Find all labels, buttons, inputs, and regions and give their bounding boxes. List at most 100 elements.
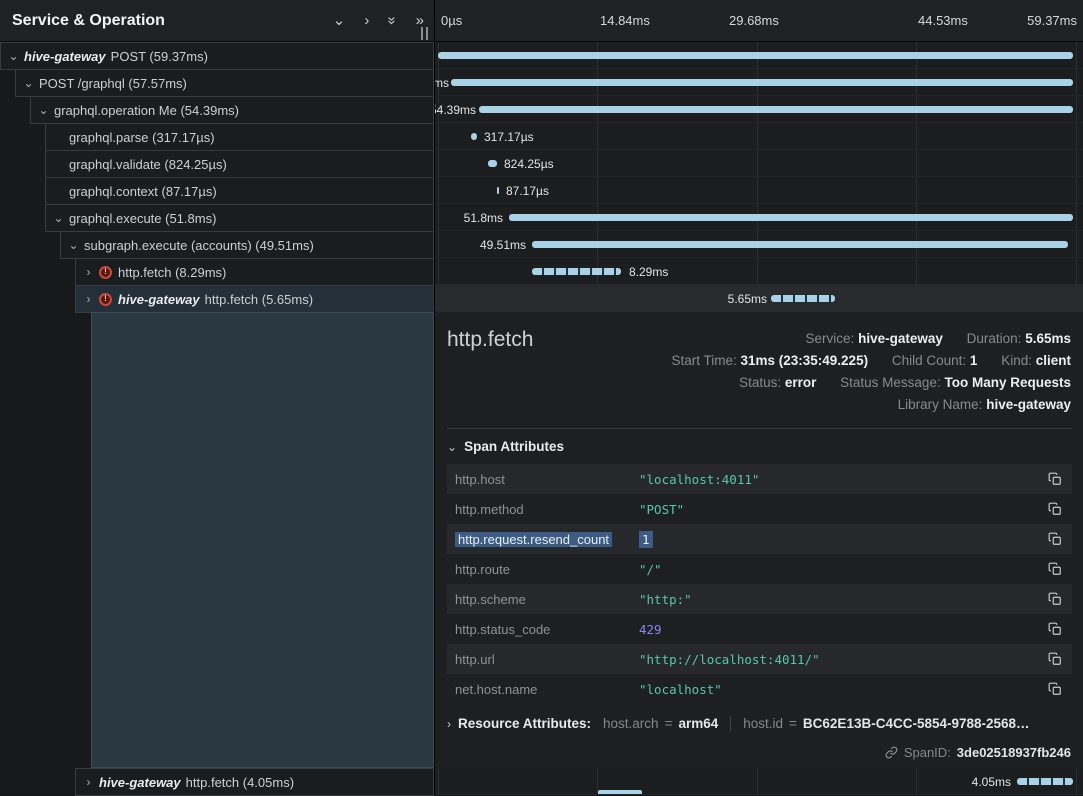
copy-icon[interactable] <box>1048 652 1062 666</box>
divider <box>447 428 1072 429</box>
meta-value: hive-gateway <box>986 397 1071 412</box>
selected-span-subtree-area <box>91 312 434 768</box>
timeline-ruler: 0µs 14.84ms 29.68ms 44.53ms 59.37ms <box>435 0 1083 42</box>
span-title: http.fetch <box>447 328 533 352</box>
duration-label: 51.8ms <box>464 211 503 225</box>
span-bar[interactable] <box>451 79 1073 86</box>
meta-label: Library Name: <box>898 397 983 412</box>
duration-label: 5.65ms <box>728 292 767 306</box>
span-row-subgraph-execute[interactable]: ⌄ subgraph.execute (accounts) (49.51ms) <box>60 231 434 259</box>
span-bar[interactable] <box>497 187 499 194</box>
resource-attributes-toggle[interactable]: › Resource Attributes: host.arch = arm64… <box>447 716 1072 731</box>
timeline-row: 317.17µs <box>435 123 1083 150</box>
span-bar[interactable] <box>488 160 497 167</box>
attr-key: http.status_code <box>455 622 639 637</box>
chevron-down-icon[interactable]: ⌄ <box>52 211 65 225</box>
span-label: subgraph.execute (accounts) (49.51ms) <box>84 238 314 253</box>
span-row-http-fetch-5ms-selected[interactable]: › ! hive-gateway http.fetch (5.65ms) <box>75 285 434 313</box>
meta-label: Status Message: <box>840 375 941 390</box>
resource-value: BC62E13B-C4CC-5854-9788-2568… <box>803 716 1030 731</box>
span-bar[interactable] <box>1017 778 1073 785</box>
attr-value: 429 <box>639 622 662 637</box>
meta-label: Duration: <box>967 331 1022 346</box>
copy-icon[interactable] <box>1048 562 1062 576</box>
chevron-down-icon[interactable]: ⌄ <box>37 103 50 117</box>
ruler-tick: 44.53ms <box>918 13 968 28</box>
chevron-right-icon[interactable]: › <box>82 775 95 789</box>
ruler-tick: 0µs <box>441 13 462 28</box>
ruler-tick: 59.37ms <box>1027 13 1077 28</box>
link-icon[interactable] <box>885 746 898 759</box>
panel-resize-handle[interactable] <box>421 27 428 40</box>
attr-row: http.route "/" <box>447 554 1072 584</box>
duration-label: 8.29ms <box>629 265 668 279</box>
chevron-down-icon[interactable]: ⌄ <box>22 76 35 90</box>
timeline-row: 51.8ms <box>435 204 1083 231</box>
section-heading: Resource Attributes: <box>458 716 591 731</box>
meta-value: client <box>1036 353 1071 368</box>
span-label: http.fetch (5.65ms) <box>205 292 313 307</box>
span-bar[interactable] <box>479 106 1073 113</box>
double-chevron-down-icon[interactable]: » <box>385 16 400 24</box>
copy-icon[interactable] <box>1048 622 1062 636</box>
service-name: hive-gateway <box>99 775 181 790</box>
span-attributes-toggle[interactable]: ⌄Span Attributes <box>447 439 564 454</box>
copy-icon[interactable] <box>1048 472 1062 486</box>
span-row-http-fetch-8ms[interactable]: › ! http.fetch (8.29ms) <box>75 258 434 286</box>
span-label: POST /graphql (57.57ms) <box>39 76 187 91</box>
span-bar[interactable] <box>438 52 1073 59</box>
copy-icon[interactable] <box>1048 532 1062 546</box>
span-bar[interactable] <box>532 268 621 275</box>
span-tree-panel: Service & Operation ⌄ › » » ⌄ hive-gatew… <box>0 0 434 795</box>
copy-icon[interactable] <box>1048 592 1062 606</box>
error-icon: ! <box>99 293 112 306</box>
span-row-graphql-validate[interactable]: graphql.validate (824.25µs) <box>45 150 434 178</box>
span-label: POST (59.37ms) <box>111 49 208 64</box>
resource-value: arm64 <box>678 716 718 731</box>
attr-row: http.scheme "http:" <box>447 584 1072 614</box>
duration-label: 87.17µs <box>506 184 549 198</box>
span-row-graphql-parse[interactable]: graphql.parse (317.17µs) <box>45 123 434 151</box>
timeline-row: 54.39ms <box>435 96 1083 123</box>
service-name: hive-gateway <box>118 292 200 307</box>
span-label: graphql.execute (51.8ms) <box>69 211 216 226</box>
attr-value: "/" <box>639 562 662 577</box>
meta-label: Status: <box>739 375 781 390</box>
copy-icon[interactable] <box>1048 502 1062 516</box>
span-bar[interactable] <box>771 295 835 302</box>
attr-key: http.scheme <box>455 592 639 607</box>
chevron-down-icon[interactable]: ⌄ <box>333 13 346 28</box>
timeline-row-selected: 5.65ms <box>435 285 1083 312</box>
span-bar[interactable] <box>509 214 1073 221</box>
span-row-hive-gateway-post[interactable]: ⌄ hive-gateway POST (59.37ms) <box>0 42 434 70</box>
double-chevron-right-icon[interactable]: » <box>416 13 424 28</box>
span-detail-panel: http.fetch Service: hive-gateway Duratio… <box>435 312 1083 768</box>
attr-row: http.url "http://localhost:4011/" <box>447 644 1072 674</box>
timeline-row: 4.05ms <box>435 768 1083 795</box>
timeline-panel: 0µs 14.84ms 29.68ms 44.53ms 59.37ms 57.5… <box>434 0 1083 795</box>
span-meta: Service: hive-gateway Duration: 5.65ms S… <box>671 328 1071 416</box>
attr-value: "http://localhost:4011/" <box>639 652 820 667</box>
span-row-graphql-operation[interactable]: ⌄ graphql.operation Me (54.39ms) <box>30 96 434 124</box>
span-row-graphql-context[interactable]: graphql.context (87.17µs) <box>45 177 434 205</box>
meta-value: 5.65ms <box>1025 331 1071 346</box>
copy-icon[interactable] <box>1048 682 1062 696</box>
partial-bar[interactable] <box>598 790 642 795</box>
chevron-down-icon[interactable]: ⌄ <box>67 238 80 252</box>
span-row-http-fetch-4ms[interactable]: › hive-gateway http.fetch (4.05ms) <box>75 768 434 796</box>
chevron-down-icon[interactable]: ⌄ <box>7 49 20 63</box>
service-name: hive-gateway <box>24 49 106 64</box>
divider <box>730 716 731 731</box>
span-label: graphql.validate (824.25µs) <box>69 157 227 172</box>
span-bar[interactable] <box>532 241 1068 248</box>
attr-key: http.request.resend_count <box>455 532 612 547</box>
span-label: http.fetch (8.29ms) <box>118 265 226 280</box>
chevron-right-icon[interactable]: › <box>82 292 95 306</box>
span-bar[interactable] <box>471 133 477 140</box>
span-row-graphql-execute[interactable]: ⌄ graphql.execute (51.8ms) <box>45 204 434 232</box>
meta-label: Child Count: <box>892 353 966 368</box>
chevron-right-icon[interactable]: › <box>82 265 95 279</box>
meta-value: error <box>785 375 817 390</box>
chevron-right-icon[interactable]: › <box>364 13 369 28</box>
span-row-post-graphql[interactable]: ⌄ POST /graphql (57.57ms) <box>15 69 434 97</box>
